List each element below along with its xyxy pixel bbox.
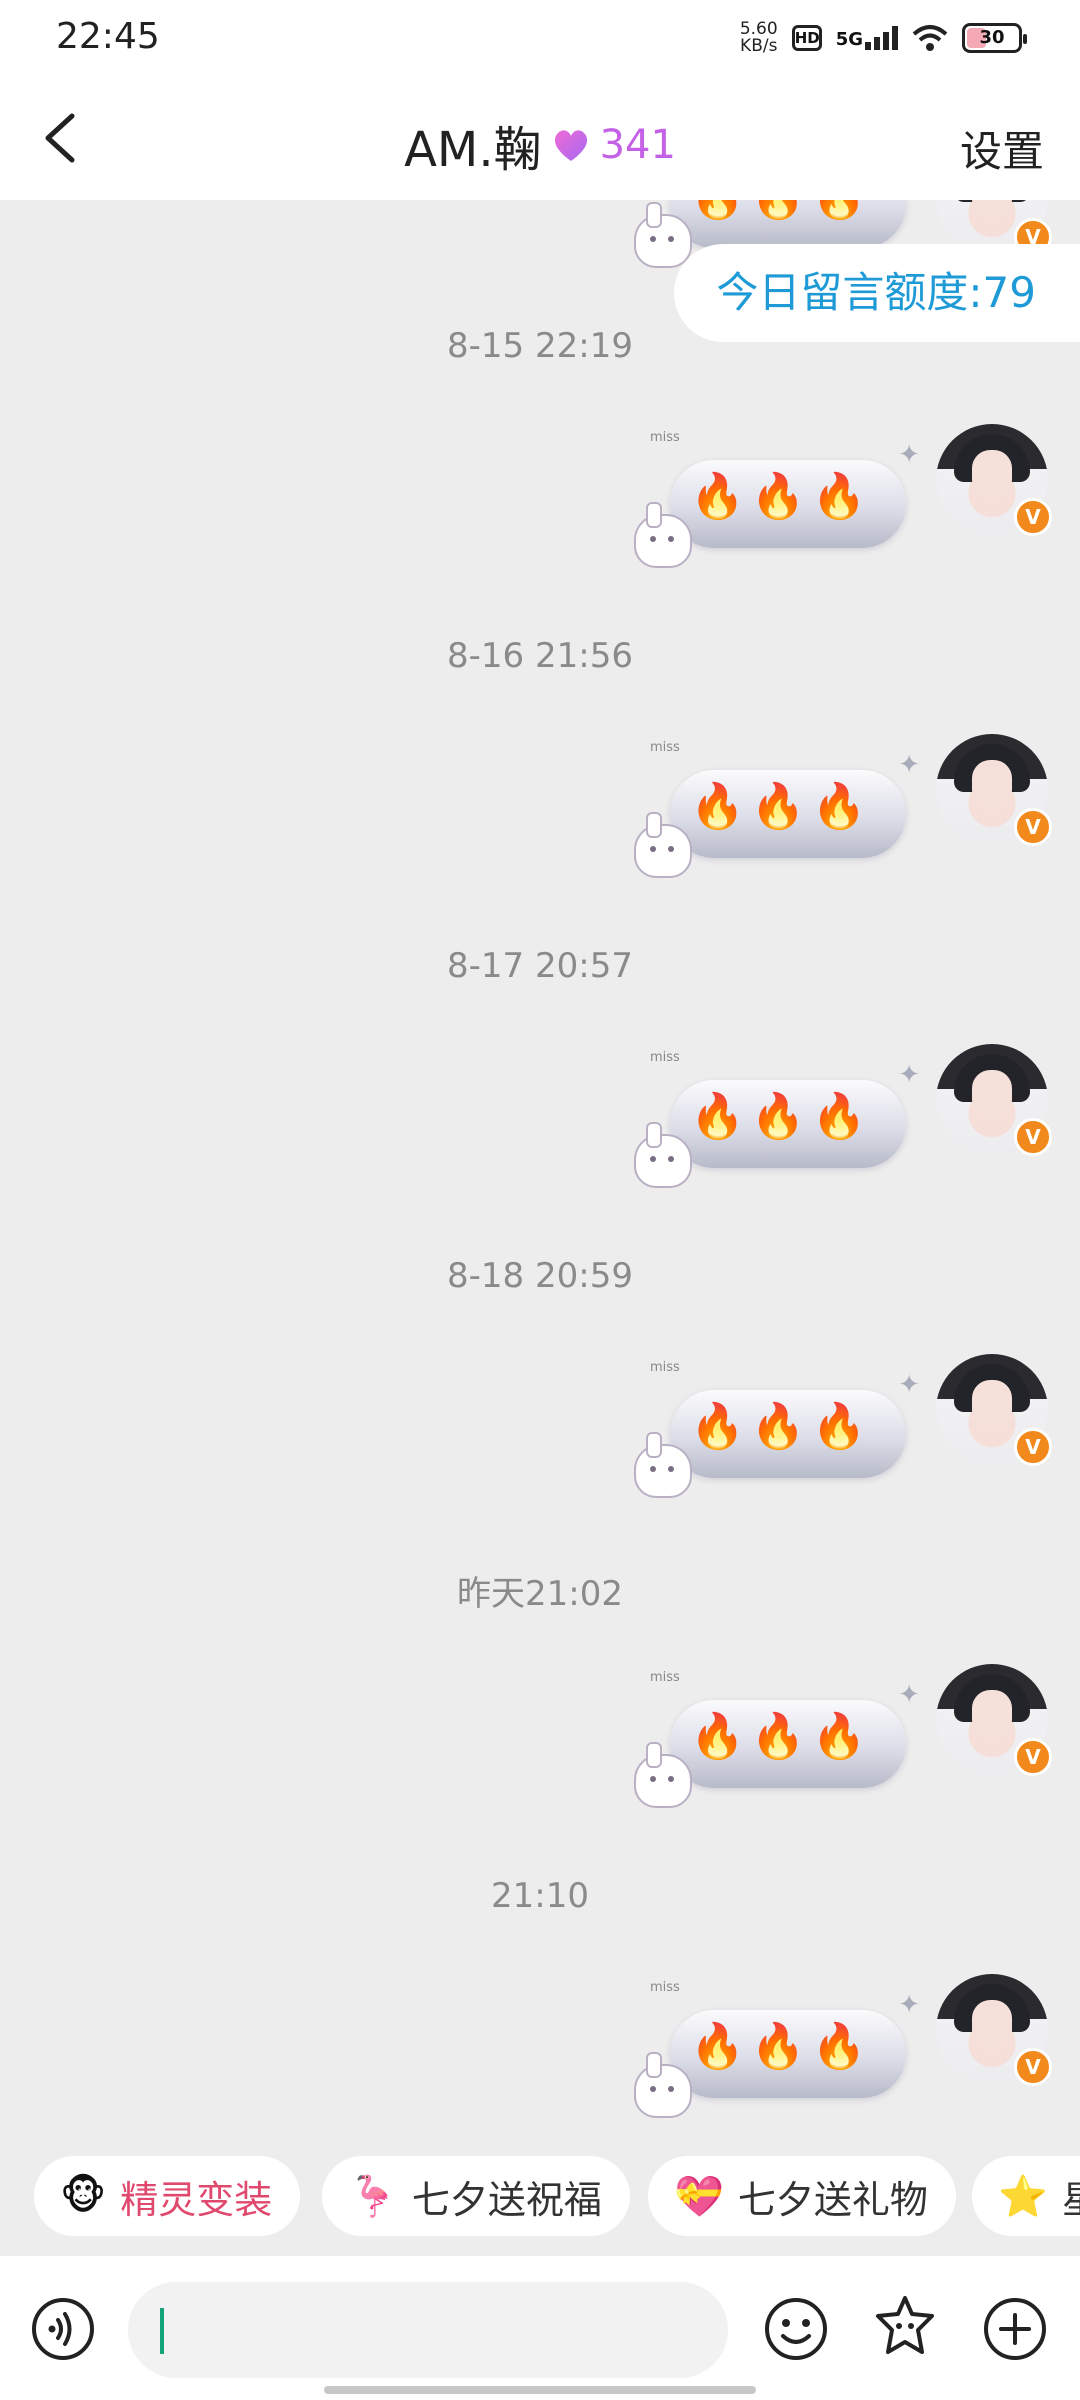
bunny-decoration [634, 502, 692, 568]
gift-heart-icon: 💝 [674, 2173, 724, 2220]
status-time: 22:45 [56, 16, 160, 57]
page-title: AM.鞠 [404, 122, 542, 178]
sticker-text: miss [650, 740, 680, 755]
avatar[interactable]: V [936, 1044, 1052, 1156]
bunny-decoration [634, 1432, 692, 1498]
sticker-message[interactable]: miss 🔥🔥🔥 ✦ [630, 1050, 920, 1200]
avatar[interactable]: V [936, 424, 1052, 536]
bunny-decoration [634, 812, 692, 878]
sticker-text: miss [650, 430, 680, 445]
quick-action-chips: 🐵 精灵变装 🦩 七夕送祝福 💝 七夕送礼物 ⭐ 星 [0, 2150, 1080, 2260]
sparkle-icon: ✦ [898, 440, 920, 470]
sticker-flames: 🔥🔥🔥 [690, 2021, 873, 2072]
verified-badge-icon: V [1014, 808, 1052, 846]
verified-badge-icon: V [1014, 1118, 1052, 1156]
intimacy-value: 341 [599, 122, 676, 168]
status-bar: 22:45 5.60 KB/s HD 5G 30 [0, 0, 1080, 78]
sparkle-icon: ✦ [898, 1680, 920, 1710]
status-icons: 5.60 KB/s HD 5G 30 [740, 18, 1027, 58]
sparkle-icon: ✦ [898, 1060, 920, 1090]
chat-header: AM.鞠 341 设置 [0, 78, 1080, 200]
chip-qixi-gift[interactable]: 💝 七夕送礼物 [648, 2156, 956, 2236]
chip-label: 七夕送祝福 [411, 2177, 602, 2222]
sticker-text: miss [650, 1050, 680, 1065]
sticker-flames: 🔥🔥🔥 [690, 1401, 873, 1452]
home-indicator[interactable] [324, 2386, 756, 2394]
sticker-flames: 🔥🔥🔥 [690, 471, 873, 522]
chip-label: 精灵变装 [120, 2177, 273, 2222]
message-timestamp: 8-16 21:56 [447, 636, 633, 676]
avatar[interactable]: V [936, 1354, 1052, 1466]
sticker-flames: 🔥🔥🔥 [690, 1711, 873, 1762]
verified-badge-icon: V [1014, 1428, 1052, 1466]
sparkle-icon: ✦ [898, 750, 920, 780]
sticker-flames: 🔥🔥🔥 [690, 781, 873, 832]
verified-badge-icon: V [1014, 2048, 1052, 2086]
message-timestamp: 8-17 20:57 [447, 946, 633, 986]
plus-icon[interactable] [982, 2296, 1048, 2362]
bunny-decoration [634, 1122, 692, 1188]
settings-button[interactable]: 设置 [960, 118, 1044, 179]
sticker-text: miss [650, 1670, 680, 1685]
flamingo-icon: 🦩 [348, 2173, 398, 2220]
avatar[interactable]: V [936, 1664, 1052, 1776]
star-face-icon[interactable] [872, 2294, 938, 2360]
network-type: 5G [835, 29, 863, 50]
battery-icon: 30 [962, 23, 1027, 53]
sticker-flames: 🔥🔥🔥 [690, 200, 872, 222]
sticker-flames: 🔥🔥🔥 [690, 1091, 873, 1142]
star-icon: ⭐ [998, 2173, 1048, 2220]
intimacy-heart-icon [554, 130, 587, 161]
header-title-group: AM.鞠 341 [0, 110, 1080, 180]
wifi-icon [912, 25, 948, 51]
chip-star[interactable]: ⭐ 星 [972, 2156, 1080, 2236]
sparkle-icon: ✦ [898, 1990, 920, 2020]
sticker-text: miss [650, 1360, 680, 1375]
sticker-text: miss [650, 1980, 680, 1995]
message-timestamp: 昨天21:02 [457, 1574, 623, 1614]
bunny-decoration [634, 1742, 692, 1808]
hd-icon: HD [791, 25, 822, 51]
chip-qixi-blessing[interactable]: 🦩 七夕送祝福 [322, 2156, 630, 2236]
chat-message-list[interactable]: 🔥🔥🔥 V 今日留言额度:79 8-15 22:19 miss 🔥🔥🔥 ✦ V … [0, 200, 1080, 2150]
battery-level: 30 [979, 27, 1005, 48]
avatar[interactable]: V [936, 1974, 1052, 2086]
bunny-decoration [634, 2052, 692, 2118]
avatar[interactable]: V [936, 734, 1052, 846]
message-timestamp: 21:10 [491, 1876, 589, 1916]
chip-label: 七夕送礼物 [737, 2177, 928, 2222]
sticker-message[interactable]: miss 🔥🔥🔥 ✦ [630, 740, 920, 890]
message-input[interactable] [128, 2282, 728, 2378]
net-speed-unit: KB/s [740, 36, 778, 56]
text-caret [160, 2308, 164, 2354]
verified-badge-icon: V [1014, 1738, 1052, 1776]
sticker-message[interactable]: miss 🔥🔥🔥 ✦ [630, 1670, 920, 1820]
bunny-decoration [634, 202, 692, 268]
sticker-message[interactable]: miss 🔥🔥🔥 ✦ [630, 1980, 920, 2130]
chip-label: 星 [1062, 2169, 1080, 2224]
net-speed: 5.60 KB/s [740, 21, 778, 55]
chip-sprite-costume[interactable]: 🐵 精灵变装 [34, 2156, 301, 2236]
verified-badge-icon: V [1014, 498, 1052, 536]
sticker-message[interactable]: miss 🔥🔥🔥 ✦ [630, 430, 920, 580]
cellular-signal-icon: 5G [836, 26, 898, 50]
message-input-bar [0, 2256, 1080, 2400]
message-timestamp: 8-15 22:19 [447, 326, 633, 366]
monkey-icon: 🐵 [60, 2173, 107, 2219]
smiley-icon[interactable] [763, 2296, 829, 2362]
sparkle-icon: ✦ [898, 1370, 920, 1400]
message-timestamp: 8-18 20:59 [447, 1256, 633, 1296]
voice-icon[interactable] [30, 2296, 96, 2362]
sticker-message[interactable]: miss 🔥🔥🔥 ✦ [630, 1360, 920, 1510]
